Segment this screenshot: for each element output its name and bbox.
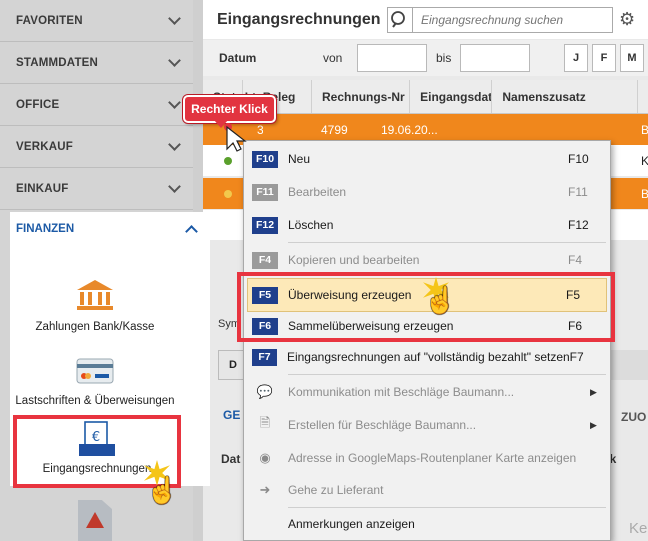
- cell-end: B: [641, 186, 648, 201]
- column-header[interactable]: Namenszusatz: [492, 80, 638, 113]
- menu-item-label: Erstellen für Beschläge Baumann...: [288, 418, 477, 432]
- nav-finanzen[interactable]: FINANZEN: [10, 212, 210, 246]
- tab-ge[interactable]: GE: [223, 408, 240, 422]
- finanzen-lastschriften[interactable]: Lastschriften & Überweisungen: [10, 356, 180, 407]
- nav-label: OFFICE: [16, 98, 60, 111]
- menu-item-anmerkungen[interactable]: Anmerkungen anzeigen: [244, 507, 610, 541]
- menu-shortcut: F4: [568, 253, 583, 267]
- column-header[interactable]: Eingangsdatum: [410, 80, 493, 113]
- ke-label: Ke: [629, 520, 648, 537]
- menu-item-kommunikation[interactable]: 💬 Kommunikation mit Beschläge Baumann...…: [244, 375, 610, 409]
- date-to-input[interactable]: [460, 44, 530, 72]
- cell-rnr: 4799: [321, 122, 348, 137]
- tab-zu[interactable]: ZUO: [621, 410, 646, 424]
- map-pin-icon: ◉: [259, 450, 271, 465]
- chevron-up-icon: [185, 224, 198, 238]
- search-button[interactable]: [387, 6, 413, 33]
- von-label: von: [323, 51, 343, 65]
- menu-item-vollstaendig-bezahlt[interactable]: F7 Eingangsrechnungen auf "vollständig b…: [244, 340, 610, 374]
- key-badge: F12: [252, 216, 278, 234]
- menu-item-googlemaps[interactable]: ◉ Adresse in GoogleMaps-Routenplaner Kar…: [244, 441, 610, 475]
- chevron-down-icon: [168, 180, 181, 193]
- finanzen-item-label: Lastschriften & Überweisungen: [15, 395, 175, 407]
- chevron-down-icon: [168, 96, 181, 109]
- menu-shortcut: F10: [568, 152, 589, 166]
- cursor-arrow-icon: [224, 123, 247, 152]
- submenu-arrow-icon: ▶: [590, 386, 597, 397]
- menu-item-label: Bearbeiten: [288, 185, 347, 199]
- menu-item-label: Kopieren und bearbeiten: [288, 253, 420, 267]
- gear-icon[interactable]: ⚙: [619, 9, 635, 30]
- menu-shortcut: F12: [568, 218, 589, 232]
- chat-icon: 💬: [256, 384, 274, 399]
- hand-cursor-icon: ☝: [424, 285, 457, 315]
- nav-label: STAMMDATEN: [16, 56, 99, 69]
- callout-right-click: Rechter Klick: [183, 95, 276, 123]
- document-add-icon: 🗎: [259, 415, 271, 430]
- search-input[interactable]: [413, 6, 613, 33]
- datum-label: Datum: [219, 51, 257, 65]
- key-badge: F11: [252, 183, 278, 201]
- menu-item-loeschen[interactable]: F12 Löschen F12: [244, 208, 610, 242]
- menu-item-bearbeiten[interactable]: F11 Bearbeiten F11: [244, 175, 610, 209]
- finanzen-item-label: Zahlungen Bank/Kasse: [35, 321, 155, 333]
- chevron-down-icon: [168, 54, 181, 67]
- finanzen-zahlungen[interactable]: Zahlungen Bank/Kasse: [10, 278, 180, 333]
- arrow-right-icon: ➜: [259, 482, 271, 497]
- nav-favoriten[interactable]: FAVORITEN: [0, 0, 193, 42]
- menu-item-label: Adresse in GoogleMaps-Routenplaner Karte…: [288, 451, 577, 465]
- nav-office[interactable]: OFFICE: [0, 84, 193, 126]
- chevron-down-icon: [168, 138, 181, 151]
- status-dot-yellow: [224, 190, 232, 198]
- nav-label: EINKAUF: [16, 182, 69, 195]
- menu-item-label: Eingangsrechnungen auf "vollständig beza…: [286, 350, 570, 364]
- search-icon: [391, 10, 405, 28]
- chevron-down-icon: [168, 12, 181, 25]
- key-badge: F7: [252, 348, 277, 366]
- warning-document-icon[interactable]: [78, 500, 112, 541]
- month-button-j[interactable]: J: [564, 44, 588, 72]
- menu-item-neu[interactable]: F10 Neu F10: [244, 142, 610, 176]
- menu-item-label: Kommunikation mit Beschläge Baumann...: [288, 385, 515, 399]
- key-badge: F4: [252, 251, 278, 269]
- key-badge: F10: [252, 150, 278, 168]
- filter-row: Datum von bis J F M: [203, 40, 648, 76]
- menu-item-label: Neu: [288, 152, 311, 166]
- cell-end: K: [641, 153, 648, 168]
- nav-label: FAVORITEN: [16, 14, 83, 27]
- menu-shortcut: F7: [569, 350, 584, 364]
- column-header[interactable]: F: [638, 80, 648, 113]
- hand-cursor-icon: ☝: [146, 475, 179, 505]
- date-from-input[interactable]: [357, 44, 427, 72]
- status-dot-green: [224, 157, 232, 165]
- menu-item-lieferant[interactable]: ➜ Gehe zu Lieferant: [244, 473, 610, 507]
- menu-item-label: Löschen: [288, 218, 334, 232]
- nav-stammdaten[interactable]: STAMMDATEN: [0, 42, 193, 84]
- cell-end: B: [641, 122, 648, 137]
- page-header: Eingangsrechnungen ⚙: [203, 0, 648, 39]
- page-title: Eingangsrechnungen: [217, 10, 381, 28]
- nav-label: VERKAUF: [16, 140, 73, 153]
- nav-verkauf[interactable]: VERKAUF: [0, 126, 193, 168]
- credit-card-icon: [76, 358, 114, 384]
- bis-label: bis: [436, 51, 452, 65]
- menu-item-label: Gehe zu Lieferant: [288, 483, 384, 497]
- menu-shortcut: F11: [568, 185, 588, 199]
- nav-label: FINANZEN: [16, 223, 75, 235]
- nav-einkauf[interactable]: EINKAUF: [0, 168, 193, 210]
- month-button-m[interactable]: M: [620, 44, 644, 72]
- month-button-f[interactable]: F: [592, 44, 616, 72]
- dat-label: Dat: [221, 452, 241, 466]
- menu-item-erstellen[interactable]: 🗎 Erstellen für Beschläge Baumann... ▶: [244, 408, 610, 442]
- column-header[interactable]: Rechnungs-Nr: [312, 80, 411, 113]
- warning-icon: [86, 512, 104, 528]
- menu-item-label: Anmerkungen anzeigen: [288, 517, 415, 531]
- bank-icon: [77, 280, 113, 310]
- cell-date: 19.06.20...: [381, 122, 438, 137]
- submenu-arrow-icon: ▶: [590, 419, 597, 430]
